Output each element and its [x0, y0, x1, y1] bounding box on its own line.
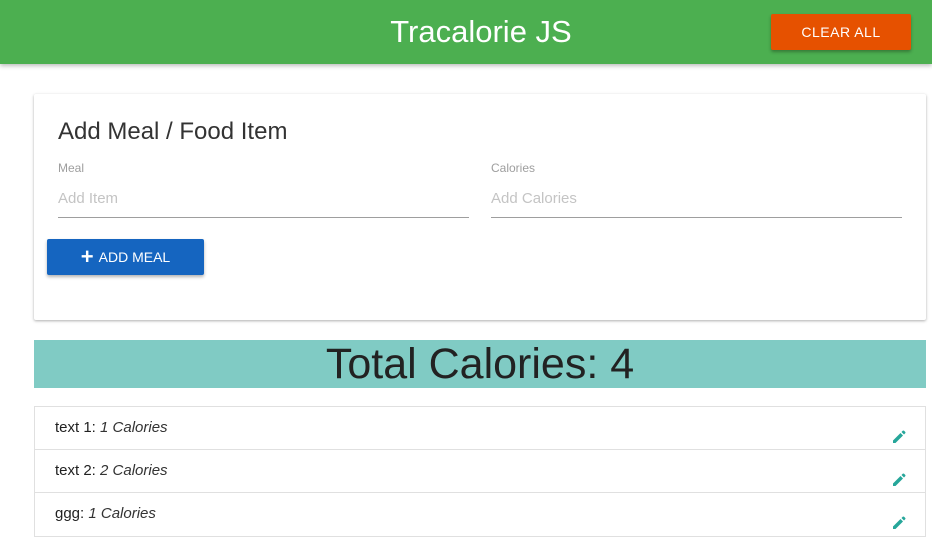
add-meal-card: Add Meal / Food Item Meal Calories + ADD…	[34, 94, 926, 320]
list-item: text 1: 1 Calories	[35, 407, 925, 450]
navbar: Tracalorie JS CLEAR ALL	[0, 0, 932, 64]
meal-input[interactable]	[58, 180, 469, 218]
plus-icon: +	[80, 244, 94, 269]
item-name: text 1:	[55, 419, 101, 436]
edit-item-button[interactable]	[891, 463, 907, 486]
add-meal-button[interactable]: + ADD MEAL	[47, 239, 204, 275]
add-meal-label: ADD MEAL	[98, 249, 171, 265]
item-name: ggg:	[55, 505, 89, 522]
meal-label: Meal	[58, 161, 85, 175]
item-calories: 1 Calories	[100, 419, 168, 436]
calories-input[interactable]	[491, 180, 902, 218]
item-calories: 1 Calories	[88, 505, 156, 522]
item-calories: 2 Calories	[100, 462, 168, 479]
pencil-icon	[893, 430, 906, 443]
list-item: ggg: 1 Calories	[35, 493, 925, 536]
clear-all-button[interactable]: CLEAR ALL	[771, 14, 911, 50]
item-list: text 1: 1 Calories text 2: 2 Calories gg…	[34, 406, 926, 537]
list-item: text 2: 2 Calories	[35, 450, 925, 493]
edit-item-button[interactable]	[891, 420, 907, 443]
total-calories: Total Calories: 4	[34, 340, 926, 388]
card-title: Add Meal / Food Item	[58, 118, 288, 145]
total-calories-label: Total Calories: 4	[325, 340, 635, 388]
pencil-icon	[893, 516, 906, 529]
edit-item-button[interactable]	[891, 506, 907, 529]
item-name: text 2:	[55, 462, 101, 479]
pencil-icon	[893, 473, 906, 486]
calories-label: Calories	[491, 161, 536, 175]
